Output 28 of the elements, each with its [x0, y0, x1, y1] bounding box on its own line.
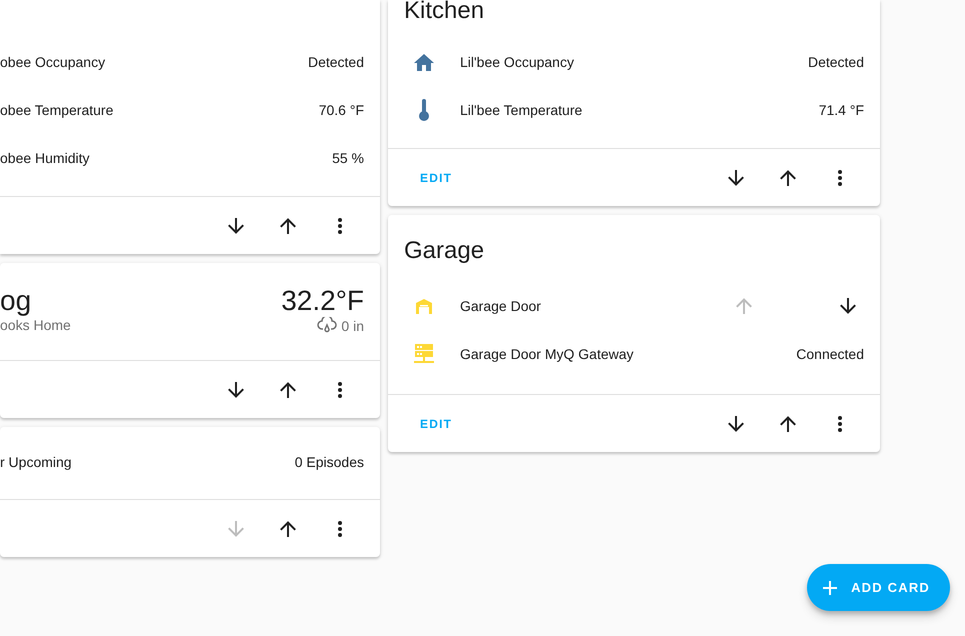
entity-state: Detected	[808, 54, 864, 70]
more-icon	[838, 416, 842, 432]
entity-state: 70.6 °F	[318, 102, 364, 118]
more-icon	[838, 170, 842, 186]
entity-name[interactable]: obee Temperature	[0, 102, 319, 118]
card-title: Garage	[403, 236, 486, 266]
entity-name[interactable]: Garage Door	[460, 298, 724, 314]
temperature-value: 32.2°F	[281, 285, 364, 317]
more-icon	[338, 520, 342, 536]
entity-name[interactable]: Lil'bee Temperature	[460, 102, 819, 118]
entity-state: 0 Episodes	[294, 454, 364, 470]
plus-icon	[823, 580, 838, 594]
card-title: Kitchen	[403, 0, 486, 26]
weather-location: ooks Home	[0, 317, 71, 333]
entity-state: Connected	[796, 346, 864, 362]
precipitation-value: 0 in	[341, 318, 364, 334]
entity-name[interactable]: obee Occupancy	[0, 54, 308, 70]
entity-name[interactable]: Lil'bee Occupancy	[460, 54, 808, 70]
cloud-rain-icon	[317, 317, 338, 334]
weather-name: og	[0, 285, 32, 317]
entity-state: Detected	[308, 54, 364, 70]
entity-name[interactable]: r Upcoming	[0, 454, 295, 470]
more-icon	[338, 218, 342, 234]
entity-state: 55 %	[332, 150, 364, 166]
entity-name[interactable]: obee Humidity	[0, 150, 332, 166]
entity-state: 71.4 °F	[818, 102, 864, 118]
entity-name[interactable]: Garage Door MyQ Gateway	[460, 346, 796, 362]
more-icon	[338, 382, 342, 398]
